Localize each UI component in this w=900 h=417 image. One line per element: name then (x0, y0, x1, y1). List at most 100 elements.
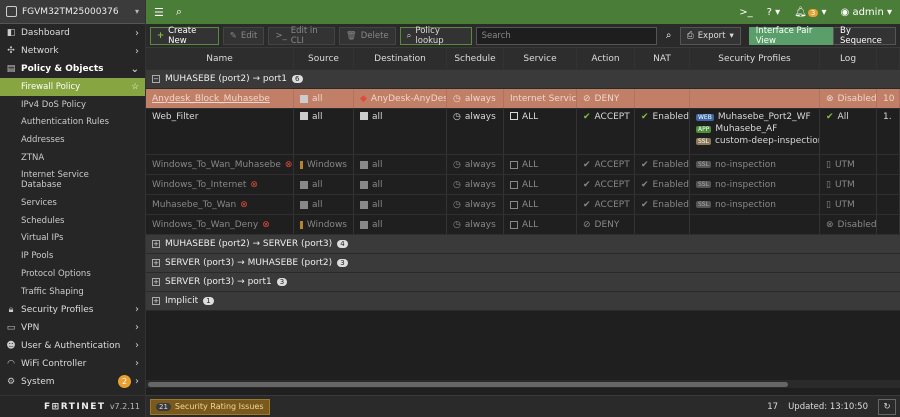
policy-action: ⊘ DENY (577, 89, 635, 108)
cell-text: Enabled (652, 179, 689, 190)
collapse-icon[interactable]: − (152, 75, 160, 83)
sidebar-item-wifi[interactable]: ◠ WiFi Controller › (0, 355, 145, 373)
cell-text: no-inspection (714, 199, 776, 210)
service-icon (510, 220, 518, 229)
sidebar-item-isdb[interactable]: Internet Service Database (0, 167, 145, 194)
profile-item: WEB Muhasebe_Port2_WF (696, 112, 819, 122)
sidebar-item-label: Dashboard (21, 28, 70, 38)
wifi-icon: ◠ (7, 358, 15, 369)
security-rating-button[interactable]: 21 Security Rating Issues (150, 398, 270, 415)
table-row[interactable]: Windows_To_Wan_Muhasebe ⊗ Windows all ◷ al… (146, 155, 900, 175)
group-row[interactable]: + SERVER (port3) → port1 3 (146, 273, 900, 292)
sidebar-item-network[interactable]: ✣ Network › (0, 42, 145, 60)
cell-text: ACCEPT (594, 179, 630, 190)
menu-icon[interactable]: ☰ (154, 6, 164, 19)
by-sequence-toggle[interactable]: By Sequence (832, 26, 896, 46)
chevron-down-icon: ▾ (134, 7, 139, 16)
help-icon[interactable]: ? ▾ (767, 7, 781, 18)
table-row[interactable]: Windows_To_Internet ⊗ all all ◷ always ALL… (146, 175, 900, 195)
sidebar-item-security-profiles[interactable]: 🔒︎ Security Profiles › (0, 301, 145, 319)
policy-nat: ✔ Enabled (635, 195, 690, 214)
button-label: Export (697, 30, 726, 41)
sidebar-item-protocol-options[interactable]: Protocol Options (0, 265, 145, 283)
table-row[interactable]: Windows_To_Wan_Deny ⊗ Windows all ◷ always… (146, 215, 900, 235)
col-destination[interactable]: Destination (354, 48, 447, 69)
col-schedule[interactable]: Schedule (447, 48, 504, 69)
policy-name: Web_Filter (146, 109, 294, 154)
star-icon[interactable]: ☆ (131, 82, 139, 92)
expand-icon[interactable]: + (152, 278, 160, 286)
sidebar-item-addresses[interactable]: Addresses (0, 131, 145, 149)
sidebar-item-virtual-ips[interactable]: Virtual IPs (0, 230, 145, 248)
edit-cli-button[interactable]: >_ Edit in CLI (268, 26, 335, 46)
cli-console-icon[interactable]: >_ (739, 7, 752, 18)
refresh-icon[interactable]: ↻ (878, 398, 896, 415)
expand-icon[interactable]: + (152, 297, 160, 305)
policy-nat: ✔ Enabled (635, 175, 690, 194)
col-action[interactable]: Action (577, 48, 635, 69)
scrollbar-thumb[interactable] (148, 382, 788, 387)
policy-source: all (294, 89, 354, 108)
policy-log: ▯ UTM (820, 195, 877, 214)
sidebar-item-firewall-policy[interactable]: Firewall Policy ☆ (0, 78, 145, 96)
sidebar-item-traffic-shaping[interactable]: Traffic Shaping (0, 283, 145, 301)
schedule-icon: ◷ (453, 93, 461, 104)
notifications-button[interactable]: 🔔︎ 3 ▾ (794, 7, 826, 18)
disabled-x-icon: ⊗ (284, 159, 293, 170)
group-row[interactable]: + SERVER (port3) → MUHASEBE (port2) 3 (146, 254, 900, 273)
table-row[interactable]: Anydesk_Block_Muhasebe all ◆ AnyDesk-AnyD… (146, 89, 900, 109)
cell-text: Windows (306, 159, 347, 170)
check-circle-icon: ✔ (641, 179, 649, 190)
profile-item: SSL custom-deep-inspection (696, 136, 819, 146)
search-icon[interactable]: ⌕ (176, 5, 182, 19)
horizontal-scrollbar[interactable] (146, 380, 900, 388)
schedule-icon: ◷ (453, 112, 461, 122)
col-service[interactable]: Service (504, 48, 577, 69)
edit-button[interactable]: ✎ Edit (222, 26, 265, 45)
group-row[interactable]: + Implicit 1 (146, 292, 900, 311)
search-icon[interactable]: ⌕ (661, 27, 675, 45)
sidebar-item-dashboard[interactable]: ◧ Dashboard › (0, 24, 145, 42)
expand-icon[interactable]: + (152, 240, 160, 248)
search-input[interactable]: Search (475, 26, 658, 45)
export-button[interactable]: ⎙ Export ▾ (679, 26, 741, 45)
sidebar-item-ipv4-dos[interactable]: IPv4 DoS Policy (0, 96, 145, 114)
sidebar-item-vpn[interactable]: ▭ VPN › (0, 319, 145, 337)
sidebar-item-schedules[interactable]: Schedules (0, 212, 145, 230)
col-security-profiles[interactable]: Security Profiles (690, 48, 820, 69)
col-log[interactable]: Log (820, 48, 877, 69)
cell-text: Muhasebe_Port2_WF (717, 112, 811, 122)
address-icon (360, 180, 368, 189)
check-icon: ✔ (583, 179, 591, 190)
user-menu[interactable]: ◉ admin ▾ (841, 7, 892, 18)
sidebar-item-services[interactable]: Services (0, 194, 145, 212)
sidebar-item-system[interactable]: ⚙ System 2 › (0, 373, 145, 391)
sidebar-item-user-auth[interactable]: ☻ User & Authentication › (0, 337, 145, 355)
expand-icon[interactable]: + (152, 259, 160, 267)
sidebar-item-label: Services (21, 197, 57, 208)
sidebar-item-ztna[interactable]: ZTNA (0, 149, 145, 167)
group-label: MUHASEBE (port2) → port1 (165, 74, 288, 84)
sidebar-item-auth-rules[interactable]: Authentication Rules (0, 114, 145, 132)
col-nat[interactable]: NAT (635, 48, 690, 69)
table-row[interactable]: Web_Filter all all ◷ always ALL ✔ ACCEPT ✔… (146, 109, 900, 155)
group-row[interactable]: + MUHASEBE (port2) → SERVER (port3) 4 (146, 235, 900, 254)
create-new-button[interactable]: + Create New (150, 26, 219, 46)
policy-lookup-button[interactable]: ⌕ Policy lookup (399, 26, 472, 46)
interface-pair-view-toggle[interactable]: Interface Pair View (748, 26, 833, 46)
sidebar-item-label: IPv4 DoS Policy (21, 99, 87, 110)
device-selector[interactable]: FGVM32TM25000376 ▾ (0, 0, 145, 24)
col-name[interactable]: Name (146, 48, 294, 69)
ssl-tag: SSL (696, 181, 711, 188)
table-row[interactable]: Muhasebe_To_Wan ⊗ all all ◷ always ALL ✔ AC… (146, 195, 900, 215)
delete-button[interactable]: 🗑︎ Delete (338, 26, 396, 45)
cell-text: ACCEPT (594, 112, 630, 122)
sidebar-item-policy-objects[interactable]: ▤ Policy & Objects ⌄ (0, 60, 145, 78)
group-row[interactable]: − MUHASEBE (port2) → port1 6 (146, 70, 900, 89)
button-label: Security Rating Issues (174, 402, 264, 411)
address-icon (300, 180, 308, 189)
sidebar-item-ip-pools[interactable]: IP Pools (0, 247, 145, 265)
cell-text: DENY (594, 93, 620, 104)
schedule-icon: ◷ (453, 219, 461, 230)
col-source[interactable]: Source (294, 48, 354, 69)
